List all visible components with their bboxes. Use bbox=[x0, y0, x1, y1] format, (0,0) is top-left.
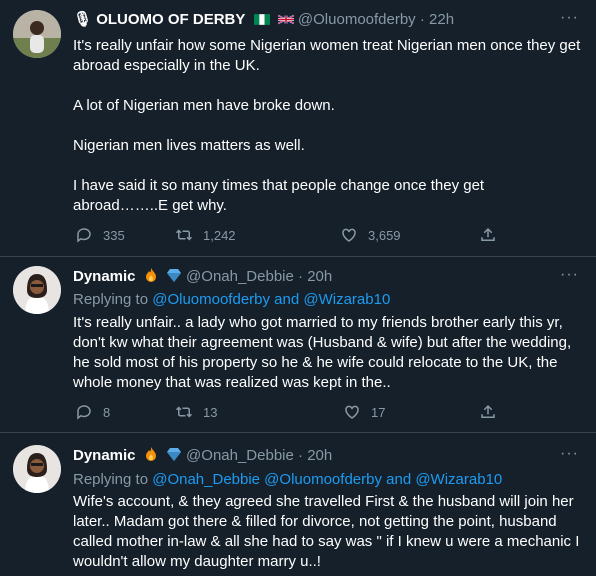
replying-to: Replying to @Onah_Debbie @Oluomoofderby … bbox=[73, 470, 502, 490]
avatar[interactable] bbox=[13, 266, 61, 314]
reply-button[interactable]: 335 bbox=[75, 225, 125, 245]
fire-icon bbox=[145, 447, 156, 461]
gem-icon bbox=[166, 448, 181, 461]
tweet-actions: 8 13 17 bbox=[73, 402, 513, 422]
like-count: 17 bbox=[371, 404, 386, 420]
tweet-paragraph: I have said it so many times that people… bbox=[73, 177, 485, 214]
reply-icon bbox=[77, 405, 91, 420]
retweet-icon bbox=[175, 229, 193, 241]
nigeria-flag-icon bbox=[253, 14, 270, 25]
tweet-dynamic-2[interactable]: Dynamic @Onah_Debbie · 20h ··· Replying … bbox=[0, 433, 596, 576]
timestamp[interactable]: 20h bbox=[307, 268, 332, 285]
tweet-paragraph: A lot of Nigerian men have broke down. bbox=[73, 97, 335, 114]
tweet-actions: 335 1,242 3,659 bbox=[73, 225, 513, 245]
reply-count: 335 bbox=[103, 227, 125, 243]
reply-count: 8 bbox=[103, 404, 111, 420]
timestamp[interactable]: 20h bbox=[307, 447, 332, 464]
handle[interactable]: @Onah_Debbie bbox=[186, 447, 294, 464]
tweet-text: It's really unfair how some Nigerian wom… bbox=[73, 36, 583, 216]
reply-icon bbox=[77, 228, 91, 243]
replying-to: Replying to @Oluomoofderby and @Wizarab1… bbox=[73, 290, 390, 310]
share-button[interactable] bbox=[479, 402, 497, 422]
replying-to-link[interactable]: @Onah_Debbie @Oluomoofderby and @Wizarab… bbox=[152, 471, 502, 488]
replying-to-link[interactable]: @Oluomoofderby and @Wizarab10 bbox=[152, 291, 390, 308]
replying-prefix: Replying to bbox=[73, 471, 149, 488]
separator: · bbox=[419, 11, 425, 28]
uk-flag-icon bbox=[277, 14, 294, 25]
tweet-oluomo[interactable]: 🎙 OLUOMO OF DERBY @Oluomoofderby · 22h ·… bbox=[0, 0, 596, 256]
handle[interactable]: @Onah_Debbie bbox=[186, 268, 294, 285]
reply-button[interactable]: 8 bbox=[75, 402, 110, 422]
separator: · bbox=[298, 447, 304, 464]
tweet-text: It's really unfair.. a lady who got marr… bbox=[73, 314, 572, 391]
like-button[interactable]: 3,659 bbox=[340, 225, 401, 245]
more-icon[interactable]: ··· bbox=[560, 446, 578, 466]
gem-icon bbox=[166, 269, 181, 282]
avatar[interactable] bbox=[13, 10, 61, 58]
like-count: 3,659 bbox=[368, 227, 401, 243]
share-button[interactable] bbox=[479, 225, 497, 245]
timestamp[interactable]: 22h bbox=[429, 11, 454, 28]
like-button[interactable]: 17 bbox=[343, 402, 385, 422]
share-icon bbox=[481, 227, 495, 241]
tweet-dynamic-1[interactable]: Dynamic @Onah_Debbie · 20h ··· Replying … bbox=[0, 257, 596, 432]
fire-icon bbox=[145, 268, 156, 282]
heart-icon bbox=[342, 228, 356, 242]
heart-icon bbox=[345, 405, 359, 419]
display-name[interactable]: Dynamic bbox=[73, 447, 136, 464]
tweet-paragraph: Nigerian men lives matters as well. bbox=[73, 137, 305, 154]
display-name[interactable]: 🎙 OLUOMO OF DERBY bbox=[73, 11, 245, 28]
retweet-button[interactable]: 13 bbox=[175, 402, 217, 422]
more-icon[interactable]: ··· bbox=[560, 267, 578, 287]
tweet-text: Wife's account, & they agreed she travel… bbox=[73, 493, 580, 570]
replying-prefix: Replying to bbox=[73, 291, 149, 308]
retweet-icon bbox=[175, 406, 193, 418]
separator: · bbox=[298, 268, 304, 285]
retweet-count: 13 bbox=[203, 404, 218, 420]
display-name[interactable]: Dynamic bbox=[73, 268, 136, 285]
retweet-count: 1,242 bbox=[203, 227, 236, 243]
handle[interactable]: @Oluomoofderby bbox=[298, 11, 416, 28]
retweet-button[interactable]: 1,242 bbox=[175, 225, 236, 245]
more-icon[interactable]: ··· bbox=[560, 10, 578, 30]
share-icon bbox=[481, 404, 495, 418]
avatar[interactable] bbox=[13, 445, 61, 493]
tweet-paragraph: It's really unfair how some Nigerian wom… bbox=[73, 37, 581, 74]
